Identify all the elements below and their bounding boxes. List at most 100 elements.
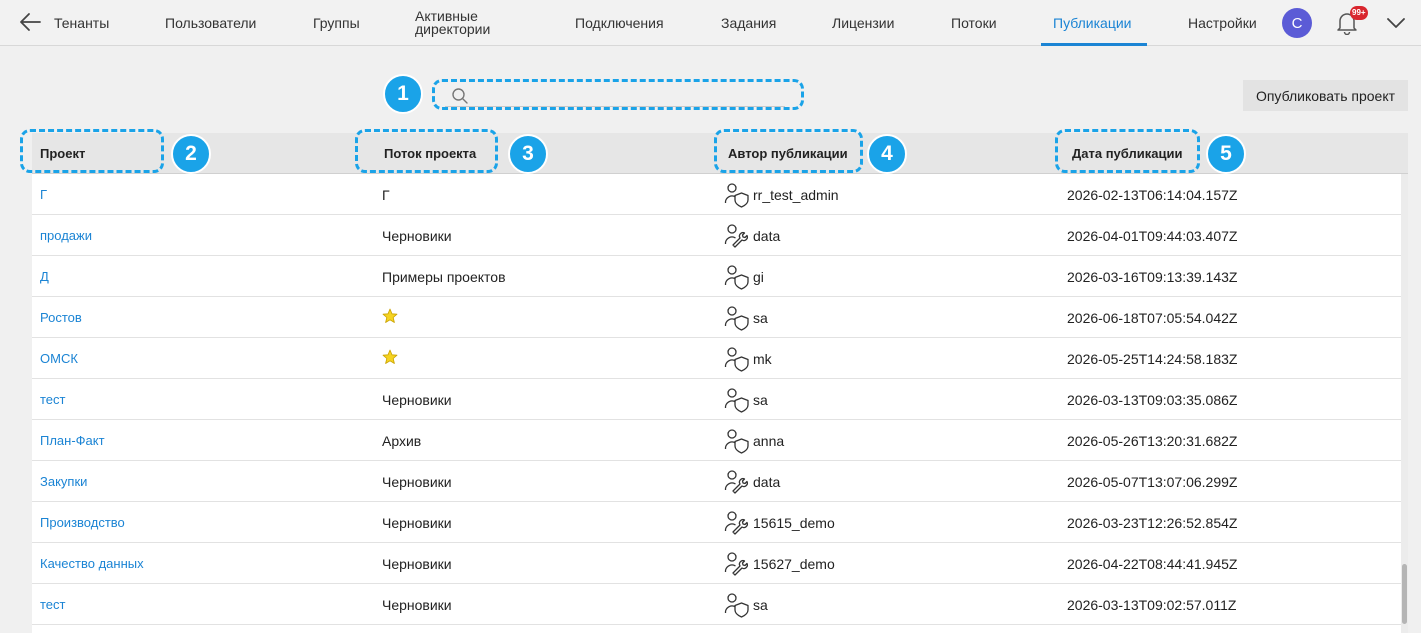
top-navigation: Тенанты Пользователи Группы Активные дир…: [0, 0, 1421, 46]
nav-jobs[interactable]: Задания: [721, 0, 776, 46]
author-name: data: [753, 227, 781, 244]
marker-4: 4: [867, 134, 907, 174]
author-name: sa: [753, 391, 768, 408]
author-name: sa: [753, 596, 768, 613]
nav-connections[interactable]: Подключения: [575, 0, 664, 46]
author-name: 15627_demo: [753, 555, 835, 572]
search-icon: [452, 88, 468, 104]
publication-date-cell: 2026-05-07T13:07:06.299Z: [1067, 473, 1238, 490]
table-row[interactable]: тест Черновики sa 2026-03-13T09:02:57.011Z: [32, 584, 1401, 625]
nav-groups[interactable]: Группы: [313, 0, 360, 46]
author-name: gi: [753, 268, 764, 285]
project-flow-cell: Г: [382, 186, 390, 203]
publication-author-cell: anna: [724, 420, 784, 461]
arrow-left-icon[interactable]: [18, 11, 42, 33]
publication-author-cell: 15627_demo: [724, 543, 835, 584]
user-wrench-icon: [724, 469, 753, 495]
table-row[interactable]: Г Г rr_test_admin 2026-02-13T06:14:04.157Z: [32, 174, 1401, 215]
chevron-down-icon[interactable]: [1386, 14, 1406, 32]
search-highlight: [432, 79, 804, 110]
project-flow-cell: Архив: [382, 432, 422, 449]
publication-date-cell: 2026-03-23T12:26:52.854Z: [1067, 514, 1238, 531]
user-wrench-icon: [724, 510, 753, 536]
nav-tenants[interactable]: Тенанты: [54, 0, 109, 46]
star-icon: [382, 349, 398, 368]
table-row[interactable]: Качество данных Черновики 15627_demo 2026-…: [32, 543, 1401, 584]
publication-date-cell: 2026-05-25T14:24:58.183Z: [1067, 350, 1238, 367]
project-link[interactable]: Качество данных: [40, 543, 144, 584]
user-shield-icon: [724, 387, 753, 413]
project-link[interactable]: План-Факт: [40, 420, 105, 461]
user-shield-icon: [724, 182, 753, 208]
user-shield-icon: [724, 264, 753, 290]
project-link[interactable]: Производство: [40, 502, 125, 543]
publication-date-cell: 2026-05-26T13:20:31.682Z: [1067, 432, 1238, 449]
project-flow-cell: Примеры проектов: [382, 268, 506, 285]
publication-author-cell: sa: [724, 584, 768, 625]
highlight-project: [20, 129, 164, 173]
table-row[interactable]: Ростов sa 2026-06-18T07:05:54.042Z: [32, 297, 1401, 338]
project-flow-cell: Черновики: [382, 555, 452, 572]
publication-date-cell: 2026-06-18T07:05:54.042Z: [1067, 309, 1238, 326]
author-name: 15615_demo: [753, 514, 835, 531]
publication-date-cell: 2026-03-13T09:02:57.011Z: [1067, 596, 1237, 613]
search-input[interactable]: [445, 88, 785, 107]
project-flow-cell: Черновики: [382, 227, 452, 244]
publication-author-cell: sa: [724, 379, 768, 420]
notification-badge: 99+: [1350, 6, 1368, 20]
publication-author-cell: gi: [724, 256, 764, 297]
project-link[interactable]: Ростов: [40, 297, 82, 338]
project-link[interactable]: Д: [40, 256, 49, 297]
nav-publications[interactable]: Публикации: [1053, 0, 1131, 46]
nav-settings[interactable]: Настройки: [1188, 0, 1257, 46]
project-flow-cell: Черновики: [382, 473, 452, 490]
publication-date-cell: 2026-03-16T09:13:39.143Z: [1067, 268, 1238, 285]
publication-author-cell: data: [724, 461, 780, 502]
publication-author-cell: rr_test_admin: [724, 174, 839, 215]
project-link[interactable]: Г: [40, 174, 47, 215]
table-row[interactable]: продажи Черновики data 2026-04-01T09:44:03…: [32, 215, 1401, 256]
table-row[interactable]: Д Примеры проектов gi 2026-03-16T09:13:39.…: [32, 256, 1401, 297]
highlight-date: [1055, 129, 1200, 173]
star-icon: [382, 308, 398, 327]
table-row[interactable]: Производство Черновики 15615_demo 2026-03-…: [32, 502, 1401, 543]
author-name: data: [753, 473, 781, 490]
project-flow-cell: Черновики: [382, 391, 452, 408]
table-row[interactable]: тест Черновики sa 2026-03-13T09:03:35.086Z: [32, 379, 1401, 420]
marker-1: 1: [383, 74, 423, 114]
marker-2: 2: [171, 134, 211, 174]
project-flow-cell: Черновики: [382, 514, 452, 531]
project-flow-cell: Черновики: [382, 596, 452, 613]
project-link[interactable]: тест: [40, 584, 66, 625]
marker-3: 3: [508, 134, 548, 174]
user-avatar[interactable]: C: [1282, 8, 1312, 38]
publication-date-cell: 2026-04-01T09:44:03.407Z: [1067, 227, 1238, 244]
project-link[interactable]: Закупки: [40, 461, 87, 502]
nav-active-directories[interactable]: Активные директории: [415, 0, 525, 46]
publication-author-cell: 15615_demo: [724, 502, 835, 543]
publication-author-cell: data: [724, 215, 780, 256]
nav-flows[interactable]: Потоки: [951, 0, 997, 46]
marker-5: 5: [1206, 134, 1246, 174]
user-shield-icon: [724, 346, 753, 372]
user-shield-icon: [724, 592, 753, 618]
author-name: sa: [753, 309, 768, 326]
user-wrench-icon: [724, 551, 753, 577]
nav-users[interactable]: Пользователи: [165, 0, 256, 46]
highlight-project-flow: [355, 129, 498, 173]
table-row[interactable]: План-Факт Архив anna 2026-05-26T13:20:31.6…: [32, 420, 1401, 461]
project-link[interactable]: продажи: [40, 215, 92, 256]
user-shield-icon: [724, 428, 753, 454]
project-link[interactable]: ОМСК: [40, 338, 78, 379]
table-row[interactable]: ОМСК mk 2026-05-25T14:24:58.183Z: [32, 338, 1401, 379]
vertical-scrollbar[interactable]: [1401, 174, 1408, 633]
publish-project-button[interactable]: Опубликовать проект: [1243, 80, 1408, 111]
user-shield-icon: [724, 305, 753, 331]
highlight-author: [714, 129, 863, 173]
table-row[interactable]: Закупки Черновики data 2026-05-07T13:07:06…: [32, 461, 1401, 502]
author-name: anna: [753, 432, 785, 449]
project-link[interactable]: тест: [40, 379, 66, 420]
nav-licenses[interactable]: Лицензии: [832, 0, 894, 46]
scrollbar-thumb[interactable]: [1402, 564, 1407, 624]
project-flow-cell: [382, 297, 398, 338]
